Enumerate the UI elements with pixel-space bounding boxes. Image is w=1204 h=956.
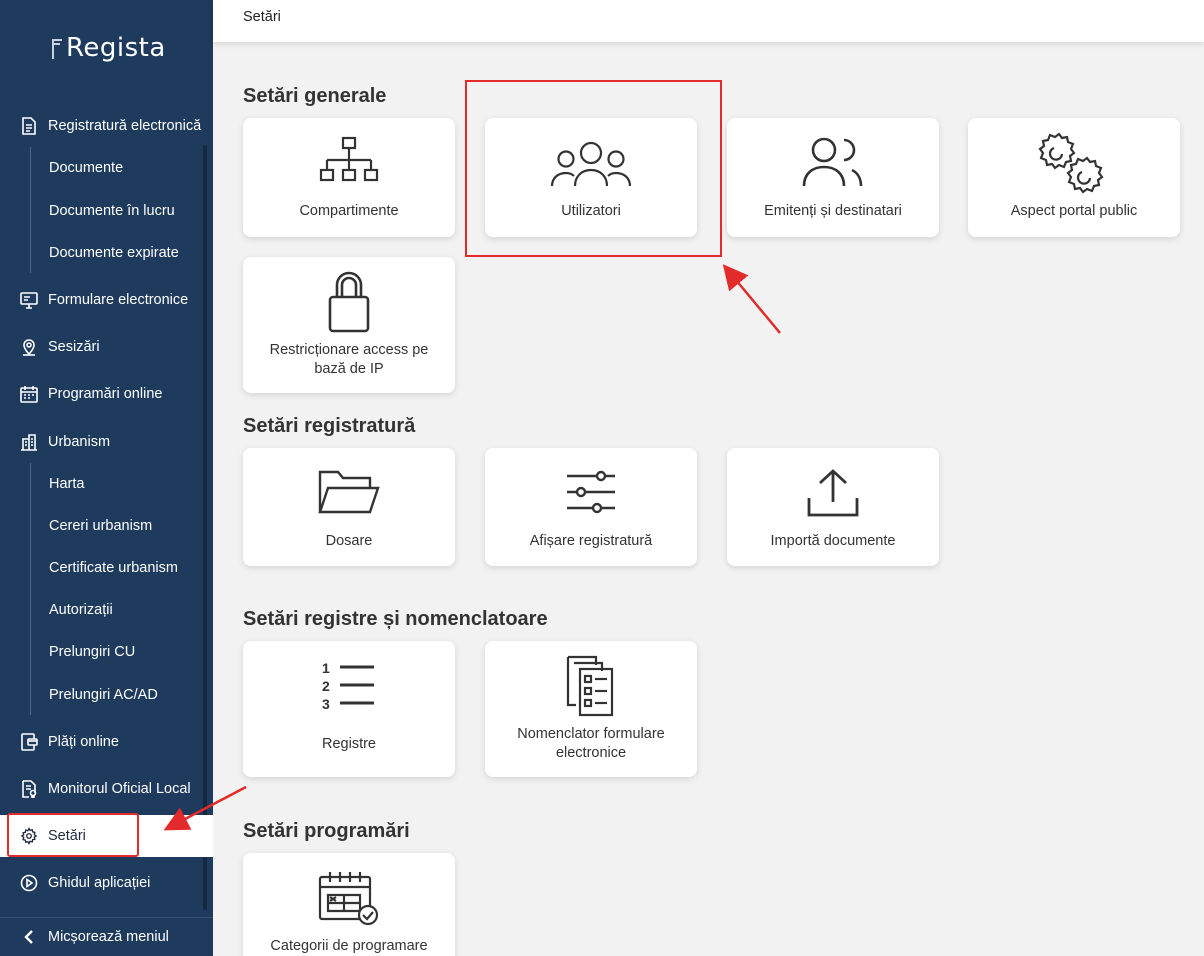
- card-afisare-registratura[interactable]: Afișare registratură: [485, 448, 697, 566]
- org-chart-icon: [319, 136, 379, 195]
- page-title: Setări: [243, 9, 281, 25]
- sidebar-item-label: Monitorul Oficial Local: [48, 781, 191, 797]
- logo-mark-icon: [52, 35, 64, 61]
- sidebar-item-cereri-urbanism[interactable]: Cereri urbanism: [0, 505, 213, 547]
- sidebar-item-label: Prelungiri AC/AD: [49, 687, 158, 703]
- document-icon: [19, 116, 39, 136]
- calendar-check-icon: [318, 869, 380, 932]
- map-pin-icon: [19, 337, 39, 357]
- sidebar-item-label: Plăți online: [48, 734, 119, 750]
- card-nomenclator-formulare[interactable]: Nomenclator formulare electronice: [485, 641, 697, 777]
- arrow-to-utilizatori: [722, 264, 781, 334]
- sidebar-item-documente-in-lucru[interactable]: Documente în lucru: [0, 190, 213, 232]
- sidebar-item-label: Autorizații: [49, 602, 113, 618]
- sidebar-item-programari[interactable]: Programări online: [0, 373, 213, 415]
- sidebar-item-harta[interactable]: Harta: [0, 463, 213, 505]
- sidebar-item-certificate-urbanism[interactable]: Certificate urbanism: [0, 547, 213, 589]
- collapse-menu-button[interactable]: Micșorează meniul: [0, 918, 213, 956]
- calendar-icon: [19, 384, 39, 404]
- highlight-box-setari: [7, 813, 139, 857]
- sidebar-item-label: Documente în lucru: [49, 203, 175, 219]
- sidebar-item-label: Formulare electronice: [48, 292, 189, 308]
- sidebar-item-label: Urbanism: [48, 434, 111, 450]
- sidebar-item-plati-online[interactable]: Plăți online: [0, 721, 213, 763]
- highlight-box-utilizatori: [465, 80, 722, 257]
- contacts-icon: [802, 136, 864, 193]
- sidebar-item-urbanism[interactable]: Urbanism: [0, 421, 213, 463]
- sidebar-item-label: Prelungiri CU: [49, 644, 136, 660]
- section-title-programari: Setări programări: [243, 820, 410, 842]
- sidebar-item-autorizatii[interactable]: Autorizații: [0, 589, 213, 631]
- card-emitenti[interactable]: Emitenți și destinatari: [727, 118, 939, 237]
- card-label: Registre: [322, 736, 376, 752]
- card-label: Compartimente: [299, 203, 399, 219]
- gears-icon: [1037, 132, 1111, 199]
- logo-text: Regista: [66, 33, 166, 63]
- card-label: Emitenți și destinatari: [764, 203, 902, 219]
- sidebar-item-label: Certificate urbanism: [49, 560, 178, 576]
- card-label: Categorii de programare: [270, 938, 428, 954]
- card-label: Restricționare access pe bază de IP: [269, 342, 429, 377]
- card-categorii-programare[interactable]: Categorii de programare: [243, 853, 455, 956]
- sidebar-item-sesizari[interactable]: Sesizări: [0, 326, 213, 368]
- sidebar-item-formulare[interactable]: Formulare electronice: [0, 279, 213, 321]
- sidebar-item-prelungiri-ac-ad[interactable]: Prelungiri AC/AD: [0, 674, 213, 716]
- sidebar-item-label: Documente expirate: [49, 245, 179, 261]
- section-title-registre: Setări registre și nomenclatoare: [243, 608, 548, 630]
- topbar: Setări: [213, 0, 1204, 42]
- card-restrictionare-ip[interactable]: Restricționare access pe bază de IP: [243, 257, 455, 393]
- card-compartimente[interactable]: Compartimente: [243, 118, 455, 237]
- sidebar-item-label: Registratură electronică: [48, 118, 202, 134]
- sidebar-item-documente-expirate[interactable]: Documente expirate: [0, 232, 213, 274]
- card-importa-documente[interactable]: Importă documente: [727, 448, 939, 566]
- form-copies-icon: [566, 655, 616, 722]
- numbered-list-icon: 1 2 3: [322, 660, 376, 716]
- play-circle-icon: [19, 873, 39, 893]
- chevron-left-icon: [19, 927, 39, 947]
- sidebar-item-ghidul[interactable]: Ghidul aplicației: [0, 862, 213, 904]
- collapse-menu-label: Micșorează meniul: [48, 929, 169, 945]
- folder-icon: [318, 468, 380, 521]
- card-dosare[interactable]: Dosare: [243, 448, 455, 566]
- svg-text:2: 2: [322, 678, 330, 694]
- sidebar-item-label: Cereri urbanism: [49, 518, 153, 534]
- sidebar-item-prelungiri-cu[interactable]: Prelungiri CU: [0, 631, 213, 673]
- lock-icon: [327, 269, 371, 338]
- card-label: Afișare registratură: [529, 533, 653, 549]
- card-label: Importă documente: [770, 533, 896, 549]
- card-aspect-portal[interactable]: Aspect portal public: [968, 118, 1180, 237]
- sidebar-item-registratura[interactable]: Registratură electronică: [0, 105, 213, 147]
- sliders-icon: [565, 470, 617, 519]
- card-registre[interactable]: 1 2 3 Registre: [243, 641, 455, 777]
- card-label: Aspect portal public: [1010, 203, 1138, 219]
- logo[interactable]: Regista: [52, 28, 166, 68]
- sidebar-item-documente[interactable]: Documente: [0, 147, 213, 189]
- sidebar-item-label: Documente: [49, 160, 124, 176]
- sidebar-item-label: Ghidul aplicației: [48, 875, 151, 891]
- sidebar-item-label: Sesizări: [48, 339, 100, 355]
- monitor-form-icon: [19, 290, 39, 310]
- section-title-general: Setări generale: [243, 85, 387, 107]
- sidebar-item-label: Programări online: [48, 386, 163, 402]
- certificate-icon: [19, 779, 39, 799]
- upload-icon: [806, 468, 860, 523]
- sidebar-item-monitorul-oficial[interactable]: Monitorul Oficial Local: [0, 768, 213, 810]
- svg-text:1: 1: [322, 661, 330, 676]
- building-icon: [19, 432, 39, 452]
- section-title-registratura: Setări registratură: [243, 415, 416, 437]
- svg-text:3: 3: [322, 696, 330, 711]
- sidebar-item-label: Harta: [49, 476, 85, 492]
- card-label: Dosare: [325, 533, 373, 549]
- sidebar: Regista Registratură electronică Documen…: [0, 0, 213, 956]
- card-label: Nomenclator formulare electronice: [517, 726, 665, 761]
- payment-icon: [19, 732, 39, 752]
